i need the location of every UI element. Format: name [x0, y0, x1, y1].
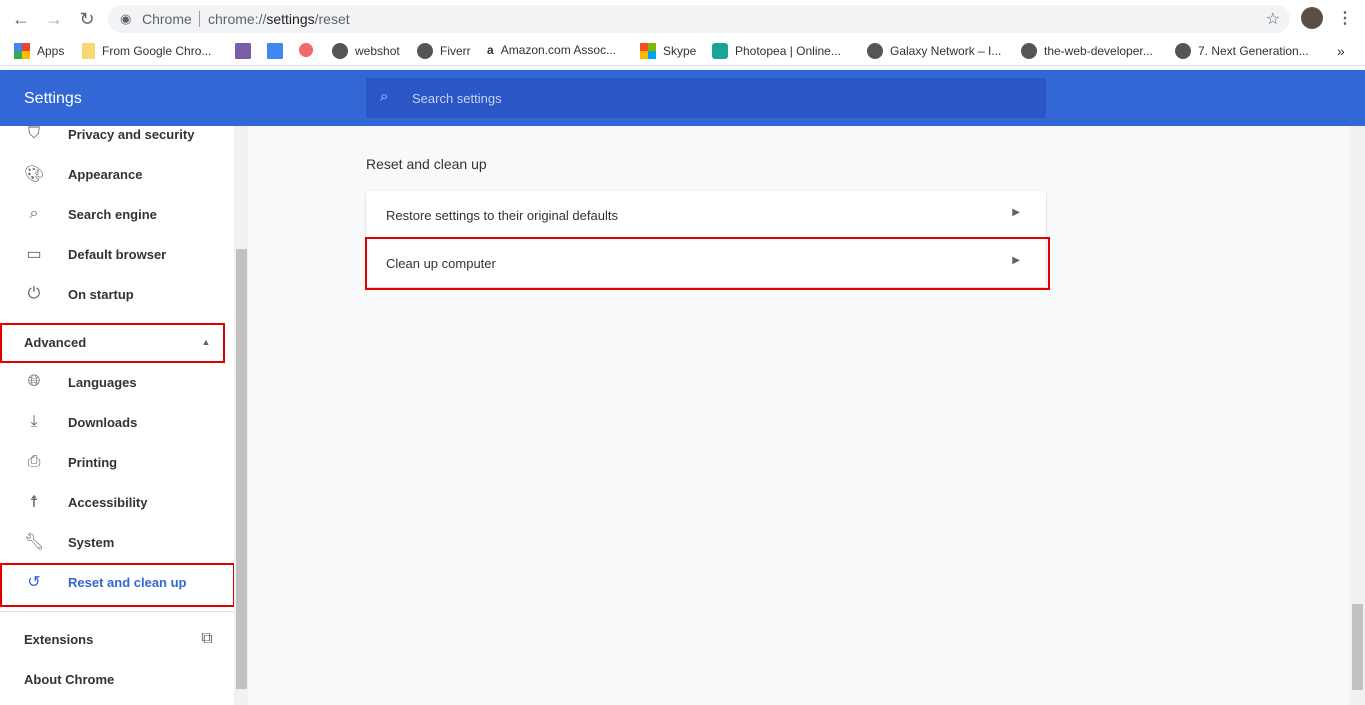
- open-in-new-icon: ⧉: [201, 630, 213, 647]
- amazon-icon: a: [487, 43, 494, 57]
- sidebar-item-downloads[interactable]: ⤓ Downloads: [0, 402, 234, 442]
- photopea-icon: [712, 43, 728, 59]
- bookmark-folder[interactable]: From Google Chro...: [82, 43, 211, 59]
- sidebar-item-printing[interactable]: ⎙ Printing: [0, 442, 234, 482]
- bookmark-techtalk[interactable]: [235, 43, 251, 59]
- globe-icon: [1021, 43, 1037, 59]
- globe-icon: [417, 43, 433, 59]
- forward-button[interactable]: →: [43, 8, 65, 30]
- shield-icon: ⛉: [27, 125, 40, 142]
- sidebar-item-accessibility[interactable]: ☨ Accessibility: [0, 482, 234, 522]
- avatar[interactable]: [1301, 7, 1323, 29]
- bookmark-fiverr[interactable]: Fiverr: [417, 43, 471, 59]
- sidebar-item-system[interactable]: 🔧︎ System: [0, 522, 234, 562]
- main-scrollbar[interactable]: [1350, 126, 1365, 705]
- globe-icon: [1175, 43, 1191, 59]
- bookmarks-bar: Apps From Google Chro... webshot Fiverr …: [0, 36, 1365, 66]
- bookmark-photopea[interactable]: Photopea | Online...: [712, 43, 841, 59]
- restore-defaults-row[interactable]: Restore settings to their original defau…: [366, 191, 1046, 239]
- bookmark-webshot[interactable]: webshot: [332, 43, 400, 59]
- url-text: chrome://settings/reset: [208, 11, 350, 27]
- printer-icon: ⎙: [27, 453, 41, 470]
- sidebar-item-about[interactable]: About Chrome: [0, 659, 234, 699]
- bookmark-asana[interactable]: [299, 43, 313, 57]
- browser-toolbar: ← → ↻ ◉ Chrome chrome://settings/reset ☆…: [0, 0, 1365, 36]
- address-bar[interactable]: ◉ Chrome chrome://settings/reset ☆: [108, 5, 1290, 33]
- globe-icon: 🌐︎: [27, 373, 41, 390]
- back-button[interactable]: ←: [10, 8, 32, 30]
- sidebar-item-on-startup[interactable]: ⏻ On startup: [0, 274, 234, 314]
- sidebar-item-languages[interactable]: 🌐︎ Languages: [0, 362, 234, 402]
- sidebar-item-appearance[interactable]: 🎨︎ Appearance: [0, 154, 234, 194]
- chrome-icon: ◉: [120, 11, 132, 26]
- sidebar-scrollbar[interactable]: [234, 126, 248, 705]
- bookmark-skype[interactable]: Skype: [640, 43, 696, 59]
- sidebar-item-default-browser[interactable]: ▭ Default browser: [0, 234, 234, 274]
- apps-icon: [14, 43, 30, 59]
- highlight-box: [0, 323, 225, 363]
- translate-icon: [267, 43, 283, 59]
- search-icon: ⌕: [380, 88, 389, 105]
- bookmark-galaxy[interactable]: Galaxy Network – I...: [867, 43, 1001, 59]
- search-icon: ⌕: [29, 205, 39, 222]
- bookmark-translate[interactable]: [267, 43, 283, 59]
- wrench-icon: 🔧︎: [24, 534, 45, 551]
- divider: [0, 611, 234, 612]
- folder-icon: [82, 43, 95, 59]
- scrollbar-thumb[interactable]: [1352, 604, 1363, 690]
- asana-icon: [299, 43, 313, 57]
- scrollbar-thumb[interactable]: [236, 249, 247, 689]
- page-title: Settings: [24, 90, 82, 107]
- sidebar: ⛉ Privacy and security 🎨︎ Appearance ⌕ Sear…: [0, 125, 235, 705]
- divider: [199, 11, 200, 27]
- section-title: Reset and clean up: [366, 156, 487, 172]
- microsoft-icon: [640, 43, 656, 59]
- highlight-box: [365, 237, 1050, 290]
- bookmarks-overflow[interactable]: »: [1337, 43, 1345, 59]
- bookmark-apps[interactable]: Apps: [14, 43, 64, 59]
- palette-icon: 🎨︎: [24, 166, 45, 183]
- arrow-right-icon: ▶: [1012, 207, 1020, 218]
- browser-icon: ▭: [26, 246, 42, 263]
- techtalk-icon: [235, 43, 251, 59]
- sidebar-item-extensions[interactable]: Extensions ⧉: [0, 619, 234, 659]
- bookmark-next-generation[interactable]: 7. Next Generation...: [1175, 43, 1309, 59]
- site-label: Chrome: [142, 11, 192, 27]
- sidebar-item-privacy[interactable]: ⛉ Privacy and security: [0, 114, 234, 154]
- bookmark-amazon[interactable]: a Amazon.com Assoc...: [487, 43, 616, 57]
- globe-icon: [332, 43, 348, 59]
- search-input[interactable]: ⌕ Search settings: [366, 78, 1046, 118]
- globe-icon: [867, 43, 883, 59]
- menu-icon[interactable]: ⋮: [1337, 8, 1353, 28]
- accessibility-icon: ☨: [29, 494, 39, 511]
- bookmark-web-developer[interactable]: the-web-developer...: [1021, 43, 1153, 59]
- reload-button[interactable]: ↻: [76, 8, 98, 30]
- star-icon[interactable]: ☆: [1266, 9, 1280, 29]
- sidebar-item-search-engine[interactable]: ⌕ Search engine: [0, 194, 234, 234]
- highlight-box: [0, 563, 235, 607]
- download-icon: ⤓: [30, 413, 38, 430]
- power-icon: ⏻: [27, 285, 41, 302]
